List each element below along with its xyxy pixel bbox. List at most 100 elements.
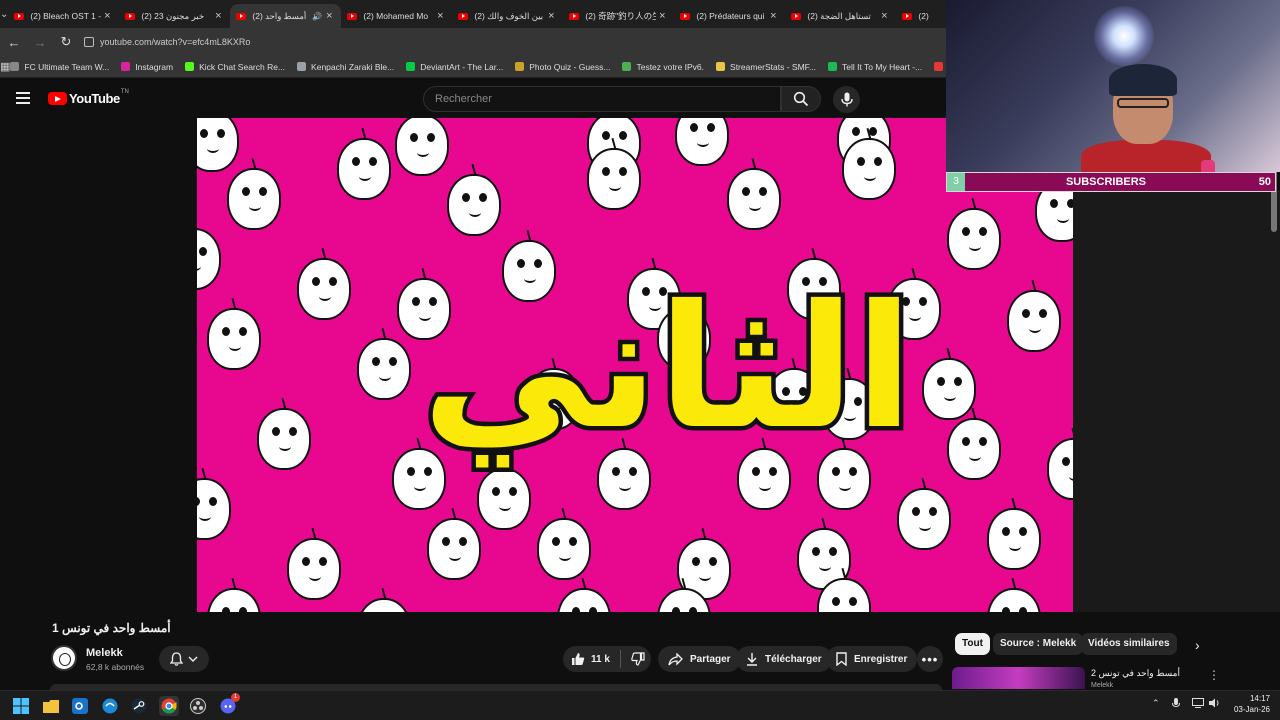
chevron-right-icon[interactable]: › [1195,637,1200,653]
save-button[interactable]: Enregistrer [826,646,918,672]
streamer [1081,60,1215,172]
bookmark-item[interactable]: GlobalN [934,62,946,72]
download-button[interactable]: Télécharger [736,646,832,672]
bookmark-item[interactable]: FC Ultimate Team W... [10,62,109,72]
bookmark-item[interactable]: StreamerStats - SMF... [716,62,816,72]
channel-name[interactable]: Melekk [86,647,123,659]
subscriber-label: SUBSCRIBERS [1065,176,1147,188]
forward-arrow-icon[interactable]: → [28,30,52,54]
browser-tab[interactable]: (2) Bleach OST 1 - × [8,4,119,28]
channel-subscribers: 62,8 k abonnés [86,662,145,672]
outlook-icon[interactable] [70,696,90,716]
tray-network-icon[interactable] [1192,698,1204,710]
close-tab-icon[interactable]: × [545,10,557,22]
cartoon-face [197,228,221,290]
chip-source[interactable]: Source : Melekk [993,633,1084,655]
system-clock[interactable]: 14:17 03-Jan-26 [1228,693,1270,715]
tab-search-chevron-icon[interactable]: ⌄ [0,0,8,28]
bookmark-label: Testez votre IPv6. [636,61,705,72]
share-button[interactable]: Partager [658,646,741,672]
apps-grid-icon[interactable]: ▦ [0,60,10,73]
close-tab-icon[interactable]: × [656,10,668,22]
close-tab-icon[interactable]: × [434,10,446,22]
bookmark-item[interactable]: Kenpachi Zaraki Ble... [297,62,394,72]
dislike-button[interactable] [621,652,655,666]
cartoon-face [395,118,449,176]
windows-taskbar: 1 [0,690,1280,720]
speaker-icon[interactable]: 🔊 [311,12,323,21]
youtube-favicon-icon [569,12,580,20]
browser-tab[interactable]: (2) [896,4,946,28]
youtube-favicon-icon [902,12,913,20]
chip-all[interactable]: Tout [955,633,990,655]
steam-icon[interactable] [129,696,149,716]
clock-date: 03-Jan-26 [1233,705,1270,714]
obs-icon[interactable] [188,696,208,716]
youtube-favicon-icon [347,12,358,20]
video-player[interactable]: الثاني [197,118,1073,612]
file-explorer-icon[interactable] [41,696,61,716]
star-lamp [1094,6,1154,66]
more-actions-button[interactable]: ••• [917,646,943,672]
tab-title: (2) Mohamed Mo [363,11,429,21]
tab-title: (2) بين الخوف والك [474,10,544,21]
browser-tab[interactable]: (2) بين الخوف والك × [452,4,563,28]
recommended-video-title[interactable]: أمسط واحد في تونس 2 [1091,668,1180,679]
bookmark-label: Kenpachi Zaraki Ble... [311,61,395,72]
chip-related[interactable]: Vidéos similaires [1081,633,1177,655]
bookmark-favicon-icon [121,62,131,71]
voice-search-button[interactable] [833,86,860,113]
close-tab-icon[interactable]: × [212,10,224,22]
notification-button[interactable] [159,646,209,672]
bookmark-favicon-icon [716,62,726,71]
browser-tab[interactable]: (2) Mohamed Mo × [341,4,452,28]
like-button[interactable]: 11 k [563,650,621,668]
channel-avatar[interactable] [51,645,77,671]
more-vertical-icon[interactable]: ⋮ [1208,668,1220,682]
close-tab-icon[interactable]: × [323,10,335,22]
close-tab-icon[interactable]: × [101,10,113,22]
cartoon-face [922,347,976,420]
tray-microphone-icon[interactable] [1172,698,1180,711]
cartoon-face [357,327,411,400]
discord-icon[interactable]: 1 [218,693,240,716]
address-bar[interactable]: youtube.com/watch?v=efc4mL8KXRo [84,37,250,47]
reload-icon[interactable]: ↻ [54,30,78,54]
browser-tab[interactable]: (2) 奇跡"釣り人の生 × [563,4,674,28]
site-info-icon[interactable] [84,37,94,47]
close-tab-icon[interactable]: × [767,10,779,22]
youtube-favicon-icon [236,12,247,20]
bookmark-item[interactable]: Tell It To My Heart -... [828,62,922,72]
bookmark-favicon-icon [185,62,195,71]
browser-tab-active[interactable]: (2) أمسط واحد 🔊 × [230,4,342,28]
chrome-icon[interactable] [159,696,179,716]
bookmark-item[interactable]: Photo Quiz - Guess... [515,62,610,72]
tab-title: (2) Prédateurs qui [696,11,765,21]
bookmark-favicon-icon [10,62,20,71]
cartoon-face [1007,279,1061,352]
bookmark-item[interactable]: DeviantArt - The Lar... [406,62,503,72]
bookmark-item[interactable]: Instagram [121,62,173,72]
edge-like-icon[interactable] [100,696,120,716]
windows-start-icon[interactable] [11,696,31,716]
recommended-video-thumbnail[interactable] [952,667,1085,689]
youtube-wordmark: YouTube [69,91,120,106]
cartoon-face [842,127,896,200]
menu-icon[interactable] [16,92,30,104]
search-input[interactable]: Rechercher [423,86,781,112]
browser-tab[interactable]: (2) تستاهل الضجة × [785,4,896,28]
browser-tab[interactable]: (2) 23 خبر مجنون × [119,4,230,28]
browser-tab-strip: ⌄ (2) Bleach OST 1 - × (2) 23 خبر مجنون × … [0,0,946,28]
cartoon-face [1047,427,1073,500]
tray-volume-icon[interactable] [1209,698,1221,710]
tray-chevron-up-icon[interactable]: ⌃ [1152,698,1160,709]
search-button[interactable] [781,86,821,112]
subscriber-count: 3 [947,173,965,191]
browser-tab[interactable]: (2) Prédateurs qui × [674,4,785,28]
bookmark-item[interactable]: Testez votre IPv6. [622,62,704,72]
youtube-logo[interactable]: YouTube TN [48,89,129,106]
back-arrow-icon[interactable]: ← [2,30,26,54]
cartoon-face [357,587,411,612]
close-tab-icon[interactable]: × [878,10,890,22]
bookmark-item[interactable]: Kick Chat Search Re... [185,62,285,72]
